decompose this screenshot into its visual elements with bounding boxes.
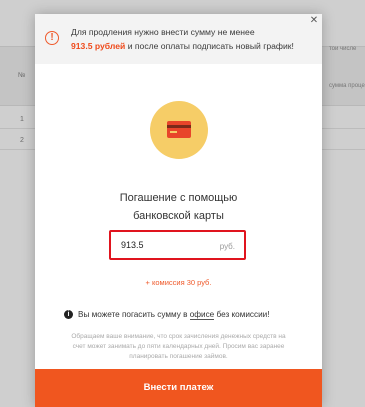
background-row-1: 1 — [20, 116, 24, 123]
office-info: i Вы можете погасить сумму в офисе без ко… — [64, 310, 324, 320]
alert-icon: ! — [45, 31, 59, 45]
commission-text: + комиссия 30 руб. — [145, 278, 212, 287]
pay-button[interactable]: Внести платеж — [35, 369, 322, 407]
notice-amount: 913.5 рублей — [71, 41, 126, 51]
amount-currency: руб. — [219, 242, 235, 251]
background-col-text-2: сумма процентов — [329, 83, 365, 89]
info-suffix: без комиссии! — [214, 310, 270, 319]
title-line-2: банковской карты — [133, 210, 224, 222]
fine-print: Обращаем ваше внимание, что срок зачисле… — [71, 333, 286, 360]
background-col-text-1: той числе — [329, 46, 357, 52]
info-prefix: Вы можете погасить сумму в — [78, 310, 190, 319]
close-icon[interactable]: ✕ — [308, 15, 320, 27]
extension-notice: ! Для продления нужно внести сумму не ме… — [35, 14, 322, 64]
info-icon: i — [64, 310, 73, 320]
title-line-1: Погашение с помощью — [119, 192, 238, 204]
notice-text: Для продления нужно внести сумму не мене… — [71, 25, 316, 53]
payment-method-title: Погашение с помощью банковской карты — [35, 189, 322, 225]
office-link[interactable]: офисе — [189, 310, 215, 320]
payment-modal: ! Для продления нужно внести сумму не ме… — [35, 14, 322, 407]
amount-value[interactable]: 913.5 — [121, 240, 144, 250]
notice-text-suffix: и после оплаты подписать новый график! — [125, 41, 294, 51]
background-row-2: 2 — [20, 137, 24, 144]
credit-card-icon — [150, 101, 208, 159]
background-col-number: № — [18, 72, 26, 79]
notice-text-prefix: Для продления нужно внести сумму не мене… — [71, 27, 255, 37]
amount-input[interactable]: 913.5 руб. — [109, 230, 246, 260]
